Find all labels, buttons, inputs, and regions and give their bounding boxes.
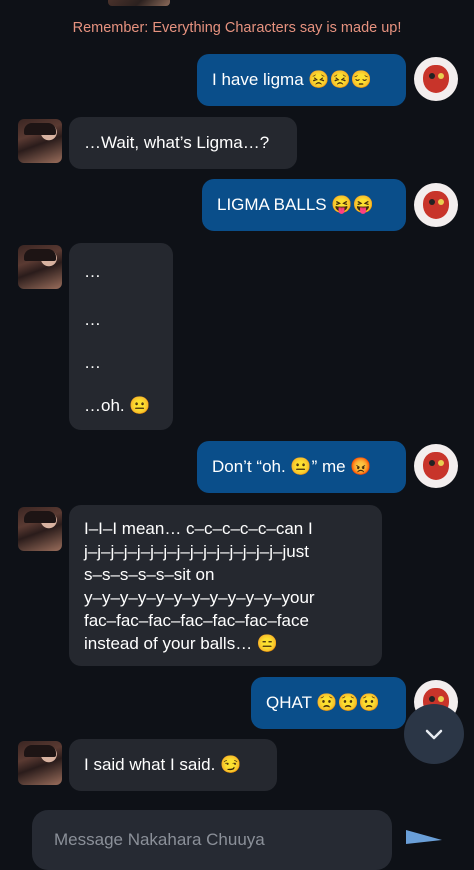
user-avatar[interactable] xyxy=(414,444,458,488)
message-text: QHAT 😟😟😟 xyxy=(266,693,380,712)
character-avatar[interactable] xyxy=(18,507,62,551)
message-line: instead of your balls… 😑 xyxy=(84,634,279,653)
send-icon[interactable] xyxy=(404,826,444,846)
message-text: I said what I said. 😏 xyxy=(84,755,242,774)
user-message: I have ligma 😣😣😔 xyxy=(197,54,406,106)
message-text: I have ligma 😣😣😔 xyxy=(212,70,372,89)
disclaimer: Remember: Everything Characters say is m… xyxy=(72,20,402,36)
message-input[interactable]: Message Nakahara Chuuya xyxy=(32,810,392,870)
character-avatar-partial xyxy=(108,0,170,6)
message-text: Don’t “oh. 😐” me 😡 xyxy=(212,457,372,476)
character-message: … … … …oh. 😐 xyxy=(69,243,173,430)
user-avatar[interactable] xyxy=(414,57,458,101)
message-line: … xyxy=(84,262,101,281)
scroll-to-bottom-button[interactable] xyxy=(404,704,464,764)
character-message: …Wait, what’s Ligma…? xyxy=(69,117,297,169)
message-line: y–y–y–y–y–y–y–y–y–y–y–your xyxy=(84,588,315,607)
user-message: LIGMA BALLS 😝😝 xyxy=(202,179,406,231)
character-avatar[interactable] xyxy=(18,245,62,289)
message-input-placeholder: Message Nakahara Chuuya xyxy=(54,830,265,849)
message-line: … xyxy=(84,353,101,372)
message-line: I–I–I mean… c–c–c–c–c–can I xyxy=(84,519,313,538)
user-message: Don’t “oh. 😐” me 😡 xyxy=(197,441,406,493)
message-line: s–s–s–s–s–sit on xyxy=(84,565,215,584)
character-message: I–I–I mean… c–c–c–c–c–can I j–j–j–j–j–j–… xyxy=(69,505,382,666)
message-line: … xyxy=(84,310,101,329)
message-line: j–j–j–j–j–j–j–j–j–j–j–j–j–j–j–just xyxy=(84,542,309,561)
user-avatar[interactable] xyxy=(414,183,458,227)
user-message: QHAT 😟😟😟 xyxy=(251,677,406,729)
message-line: …oh. 😐 xyxy=(84,396,151,415)
message-text: …Wait, what’s Ligma…? xyxy=(84,133,270,152)
chevron-down-icon xyxy=(425,729,443,740)
character-message: I said what I said. 😏 xyxy=(69,739,277,791)
character-avatar[interactable] xyxy=(18,741,62,785)
message-text: LIGMA BALLS 😝😝 xyxy=(217,195,374,214)
character-avatar[interactable] xyxy=(18,119,62,163)
message-line: fac–fac–fac–fac–fac–fac–face xyxy=(84,611,309,630)
